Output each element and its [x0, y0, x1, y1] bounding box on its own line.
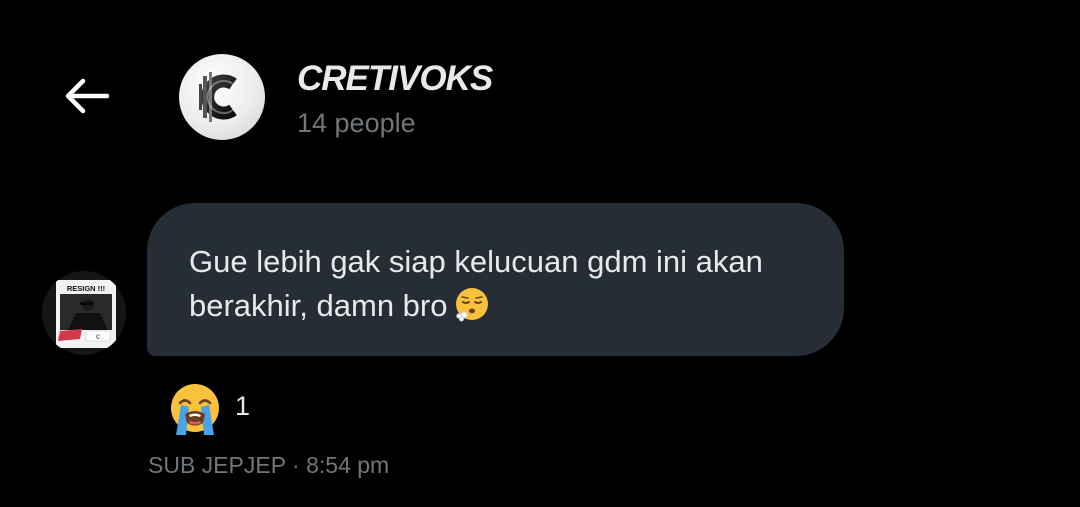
message-meta: SUB JEPJEP · 8:54 pm: [148, 451, 389, 479]
avatar-sticker-text: RESIGN !!!: [67, 284, 105, 293]
face-exhaling-emoji-icon: [453, 285, 491, 335]
group-avatar[interactable]: [179, 54, 265, 140]
loudly-crying-face-emoji-icon: [171, 384, 219, 435]
message-bubble[interactable]: Gue lebih gak siap kelucuan gdm ini akan…: [147, 203, 844, 356]
svg-text:c: c: [96, 332, 100, 341]
sender-avatar-image: RESIGN !!! c: [56, 280, 116, 348]
reaction-chip[interactable]: 1: [167, 383, 250, 435]
group-title[interactable]: CRETIVOKS: [297, 58, 493, 100]
meta-separator: ·: [292, 452, 300, 478]
cretivoks-logo-icon: [199, 72, 237, 122]
sender-name[interactable]: SUB JEPJEP: [148, 452, 286, 478]
sender-avatar[interactable]: RESIGN !!! c: [42, 271, 126, 355]
message-text: Gue lebih gak siap kelucuan gdm ini akan…: [189, 240, 804, 335]
group-member-count[interactable]: 14 people: [297, 106, 416, 140]
message-time: 8:54 pm: [306, 452, 390, 478]
reaction-count: 1: [235, 390, 251, 421]
arrow-left-icon: [65, 78, 110, 114]
back-button[interactable]: [56, 70, 116, 122]
